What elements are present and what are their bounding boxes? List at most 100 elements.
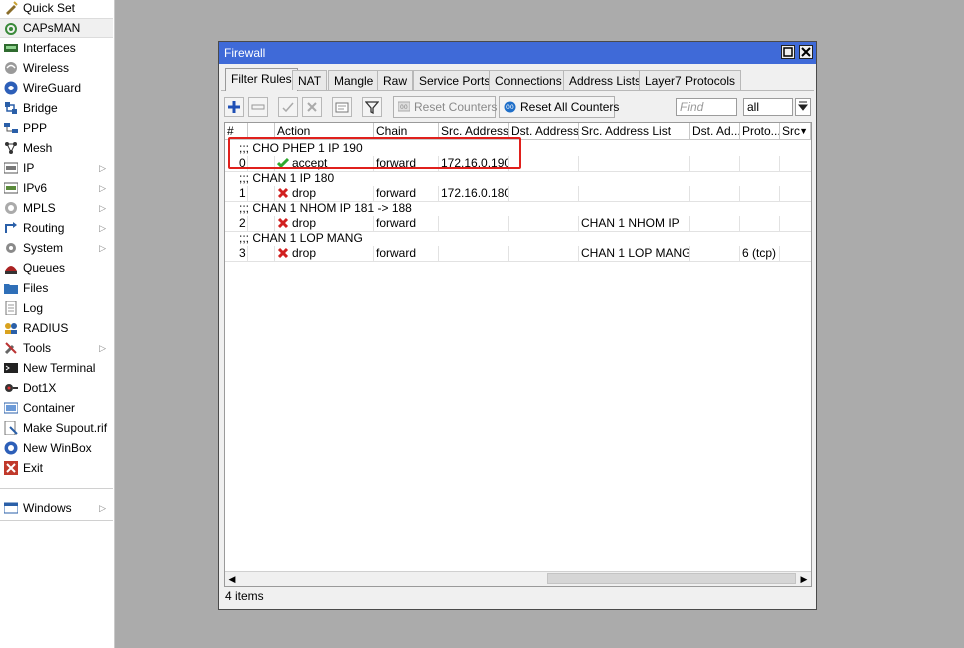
sidebar-item-ipv6[interactable]: IPv6 ▷	[0, 178, 113, 198]
rule-dst-address-list	[690, 156, 740, 171]
table-row[interactable]: 0 accept forward 172.16.0.190	[225, 156, 811, 172]
horizontal-scrollbar[interactable]: ◀ ▶	[225, 571, 811, 586]
tab-connections[interactable]: Connections	[489, 70, 568, 90]
sidebar-item-wireguard[interactable]: WireGuard	[0, 78, 113, 98]
sidebar-item-quick-set[interactable]: Quick Set	[0, 0, 113, 18]
sidebar-item-ppp[interactable]: PPP	[0, 118, 113, 138]
reset-all-icon: 00	[504, 101, 516, 113]
routing-icon	[5, 222, 17, 233]
log-icon	[5, 301, 17, 315]
submenu-arrow-icon: ▷	[99, 203, 106, 213]
window-titlebar[interactable]: Firewall	[219, 42, 816, 64]
add-button[interactable]	[224, 97, 244, 117]
comment-button[interactable]	[332, 97, 352, 117]
table-row[interactable]: ;;; CHAN 1 IP 180	[225, 171, 811, 186]
submenu-arrow-icon: ▷	[99, 223, 106, 233]
column-header-flags[interactable]	[248, 123, 275, 140]
tab-raw[interactable]: Raw	[377, 70, 414, 90]
sidebar-item-interfaces[interactable]: Interfaces	[0, 38, 113, 58]
submenu-arrow-icon: ▷	[99, 243, 106, 253]
submenu-arrow-icon: ▷	[99, 183, 106, 193]
sidebar-item-dot1x[interactable]: Dot1X	[0, 378, 113, 398]
sidebar-item-tools[interactable]: Tools ▷	[0, 338, 113, 358]
rule-src-address: 172.16.0.190	[441, 156, 509, 171]
column-header-dst-address[interactable]: Dst. Address	[509, 123, 579, 140]
remove-button[interactable]	[248, 97, 268, 117]
sidebar-item-container[interactable]: Container	[0, 398, 113, 418]
close-button[interactable]	[799, 45, 813, 59]
scroll-left-icon[interactable]: ◀	[225, 572, 239, 586]
sidebar-item-exit[interactable]: Exit	[0, 458, 113, 478]
tab-service-ports[interactable]: Service Ports	[413, 70, 497, 90]
filter-dropdown-button[interactable]	[795, 98, 811, 116]
rule-chain: forward	[374, 156, 439, 171]
sidebar-item-routing[interactable]: Routing ▷	[0, 218, 113, 238]
filter-button[interactable]	[362, 97, 382, 117]
table-row[interactable]: ;;; CHAN 1 NHOM IP 181 -> 188	[225, 201, 811, 216]
filter-select[interactable]: all	[743, 98, 793, 116]
tab-nat[interactable]: NAT	[292, 70, 328, 90]
tab-filter-rules[interactable]: Filter Rules	[225, 68, 298, 91]
column-header-dst-address-list[interactable]: Dst. Ad...	[690, 123, 740, 140]
column-header-src-address[interactable]: Src. Address	[439, 123, 509, 140]
sidebar-item-make-supout[interactable]: Make Supout.rif	[0, 418, 113, 438]
sidebar-item-capsman[interactable]: CAPsMAN	[0, 18, 113, 38]
rule-flags	[248, 216, 275, 231]
wireguard-icon	[4, 81, 18, 95]
column-header-protocol[interactable]: Proto...	[740, 123, 780, 140]
sidebar-item-radius[interactable]: RADIUS	[0, 318, 113, 338]
sidebar-item-wireless[interactable]: Wireless	[0, 58, 113, 78]
container-icon	[4, 402, 18, 414]
enable-button[interactable]	[278, 97, 298, 117]
tab-address-lists[interactable]: Address Lists	[563, 70, 648, 90]
reset-counters-button[interactable]: 00 Reset Counters	[393, 96, 497, 118]
chevron-down-icon: ▼	[799, 126, 808, 136]
ipv6-icon	[4, 182, 18, 194]
maximize-button[interactable]	[781, 45, 795, 59]
sidebar-item-windows[interactable]: Windows ▷	[0, 498, 113, 518]
sidebar-item-ip[interactable]: IP ▷	[0, 158, 113, 178]
column-header-src-port-label: Src	[782, 124, 800, 138]
tab-layer7-protocols[interactable]: Layer7 Protocols	[639, 70, 742, 90]
sidebar-menu: Quick Set CAPsMAN Interfaces Wireless Wi…	[0, 0, 115, 648]
scrollbar-thumb[interactable]	[547, 573, 796, 584]
column-header-chain[interactable]: Chain	[374, 123, 439, 140]
column-header-src-port[interactable]: Src ▼	[780, 123, 811, 140]
x-icon	[307, 102, 317, 112]
drop-icon	[277, 247, 289, 259]
sidebar-item-system[interactable]: System ▷	[0, 238, 113, 258]
sidebar-item-mpls[interactable]: MPLS ▷	[0, 198, 113, 218]
rule-number: 1	[225, 186, 248, 201]
rule-protocol	[740, 156, 780, 171]
table-row[interactable]: 2 drop forward CHAN 1 NHOM IP	[225, 216, 811, 232]
column-header-number[interactable]: #	[225, 123, 248, 140]
table-row[interactable]: ;;; CHAN 1 LOP MANG	[225, 231, 811, 246]
scroll-right-icon[interactable]: ▶	[797, 572, 811, 586]
rule-src-address-list: CHAN 1 LOP MANG	[581, 246, 690, 261]
rule-protocol: 6 (tcp)	[740, 246, 780, 261]
sidebar-item-new-terminal[interactable]: New Terminal	[0, 358, 113, 378]
rule-dst-address-list	[690, 186, 740, 201]
sidebar-item-bridge[interactable]: Bridge	[0, 98, 113, 118]
rule-src-address-list	[579, 156, 690, 171]
column-header-src-address-list[interactable]: Src. Address List	[579, 123, 690, 140]
find-input[interactable]: Find	[676, 98, 737, 116]
table-row[interactable]: ;;; CHO PHEP 1 IP 190	[225, 141, 811, 156]
rule-dst-address	[509, 156, 579, 171]
disable-button[interactable]	[302, 97, 322, 117]
bridge-icon	[5, 102, 17, 114]
rule-number: 3	[225, 246, 248, 261]
tab-mangle[interactable]: Mangle	[328, 70, 380, 90]
submenu-arrow-icon: ▷	[99, 343, 106, 353]
sidebar-item-files[interactable]: Files	[0, 278, 113, 298]
table-row[interactable]: 1 drop forward 172.16.0.180	[225, 186, 811, 202]
reset-all-counters-button[interactable]: 00 Reset All Counters	[499, 96, 619, 118]
sidebar-item-new-winbox[interactable]: New WinBox	[0, 438, 113, 458]
column-header-action[interactable]: Action	[275, 123, 374, 140]
rule-chain: forward	[374, 246, 439, 261]
sidebar-item-log[interactable]: Log	[0, 298, 113, 318]
table-row[interactable]: 3 drop forward CHAN 1 LOP MANG 6 (tcp)	[225, 246, 811, 262]
sidebar-item-queues[interactable]: Queues	[0, 258, 113, 278]
sidebar-item-mesh[interactable]: Mesh	[0, 138, 113, 158]
rule-flags	[248, 246, 275, 261]
